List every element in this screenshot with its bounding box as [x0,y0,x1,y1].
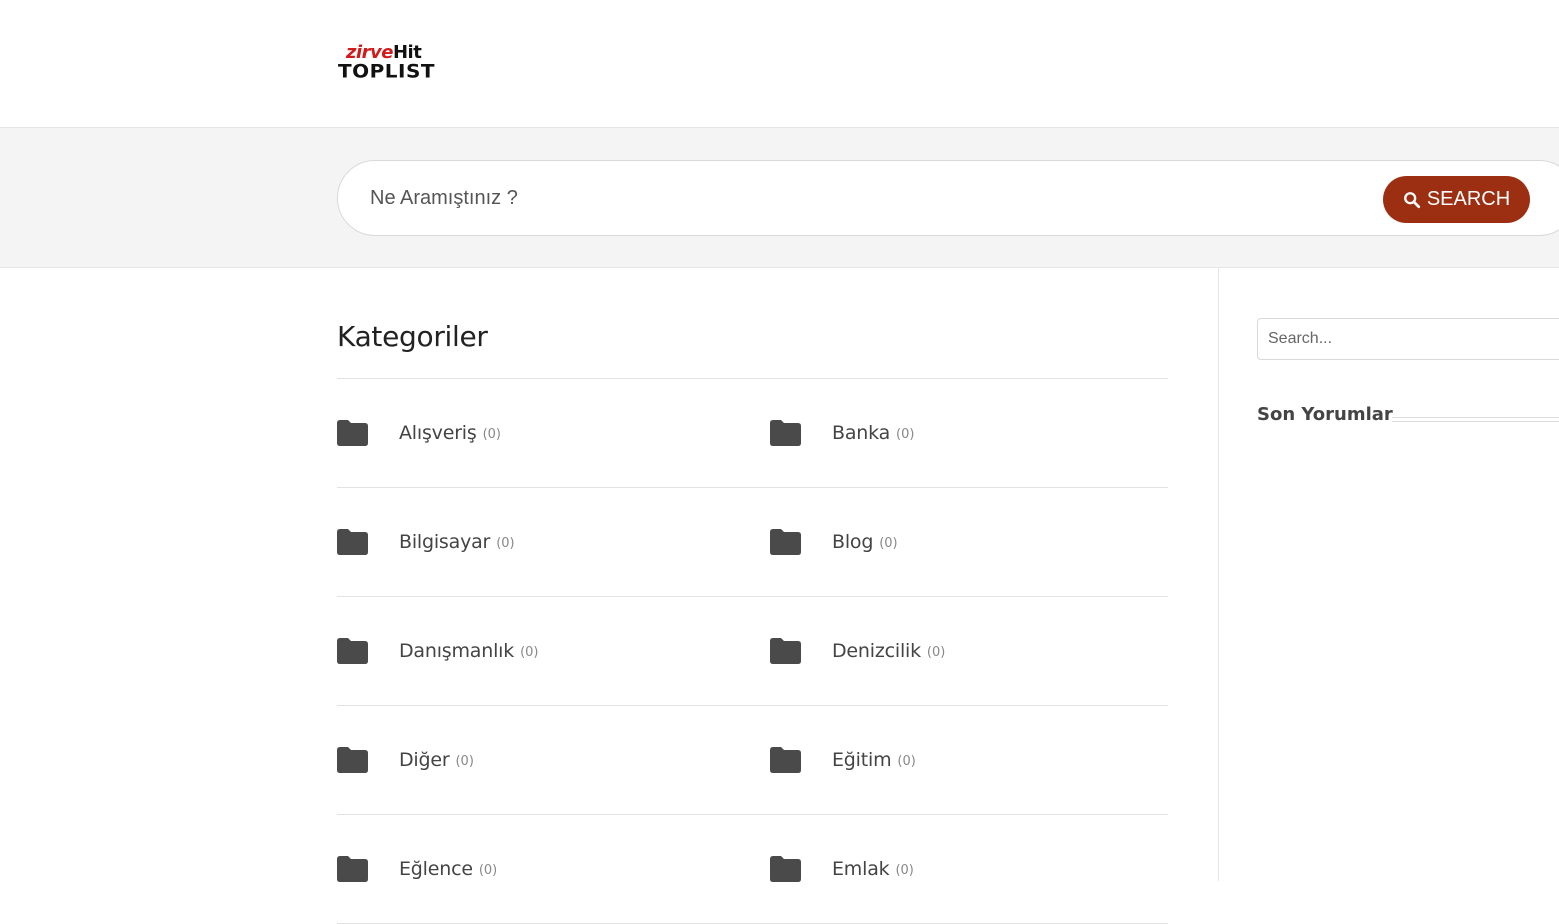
category-count: (0) [455,753,474,769]
category-item[interactable]: Banka (0) [770,415,914,451]
folder-icon [337,638,368,664]
search-button-label: SEARCH [1426,188,1511,210]
category-count: (0) [926,644,946,660]
category-name[interactable]: Alışveriş [399,422,477,444]
folder-icon [337,747,368,773]
category-name[interactable]: Eğlence [399,858,473,880]
category-item[interactable]: Diğer (0) [337,742,474,778]
category-count: (0) [895,862,914,878]
hero-search-box: SEARCH [337,160,1559,236]
category-item[interactable]: Blog (0) [770,524,898,560]
category-count: (0) [896,426,915,442]
sidebar: Son Yorumlar [1257,268,1559,881]
search-band: SEARCH [0,128,1559,268]
logo-toplist-text: TOPLIST [338,59,436,83]
category-count: (0) [879,535,898,551]
category-count: (0) [520,644,539,660]
category-row: Bilgisayar (0) Blog (0) [337,488,1168,597]
folder-icon [770,638,801,664]
hero-search-input[interactable] [370,179,1270,217]
widget-title-rule [1392,417,1559,422]
category-name[interactable]: Diğer [399,749,450,771]
recent-comments-title: Son Yorumlar [1257,404,1393,425]
folder-icon [337,529,368,555]
folder-icon [770,529,801,555]
category-name[interactable]: Bilgisayar [399,531,490,553]
category-item[interactable]: Alışveriş (0) [337,415,501,451]
category-count: (0) [897,753,916,769]
category-name[interactable]: Emlak [832,858,890,880]
search-button[interactable]: SEARCH [1383,176,1530,223]
folder-icon [337,856,368,882]
category-row: Danışmanlık (0) Denizcilik (0) [337,597,1168,706]
main-content: Kategoriler Alışveriş (0) Banka (0) Bilg… [337,268,1168,924]
category-count: (0) [478,862,498,878]
sidebar-search-input[interactable] [1268,327,1548,351]
category-item[interactable]: Bilgisayar (0) [337,524,515,560]
folder-icon [770,747,801,773]
site-header: zirveHit TOPLIST [0,0,1559,128]
page-title: Kategoriler [337,320,488,353]
category-row: Eğlence (0) Emlak (0) [337,815,1168,924]
category-name[interactable]: Danışmanlık [399,640,514,662]
category-name[interactable]: Blog [832,531,873,553]
category-count: (0) [496,535,515,551]
category-item[interactable]: Eğlence (0) [337,851,497,887]
folder-icon [770,420,801,446]
folder-icon [770,856,801,882]
category-item[interactable]: Danışmanlık (0) [337,633,538,669]
sidebar-search-box [1257,318,1559,360]
site-logo[interactable]: zirveHit TOPLIST [338,44,448,84]
category-name[interactable]: Denizcilik [832,640,921,662]
category-item[interactable]: Emlak (0) [770,851,914,887]
category-item[interactable]: Eğitim (0) [770,742,916,778]
category-item[interactable]: Denizcilik (0) [770,633,945,669]
sidebar-divider [1218,268,1219,881]
category-name[interactable]: Eğitim [832,749,892,771]
search-icon [1403,191,1420,208]
category-row: Alışveriş (0) Banka (0) [337,379,1168,488]
category-count: (0) [482,426,501,442]
category-row: Diğer (0) Eğitim (0) [337,706,1168,815]
category-name[interactable]: Banka [832,422,890,444]
folder-icon [337,420,368,446]
category-grid: Alışveriş (0) Banka (0) Bilgisayar (0) B… [337,379,1168,924]
